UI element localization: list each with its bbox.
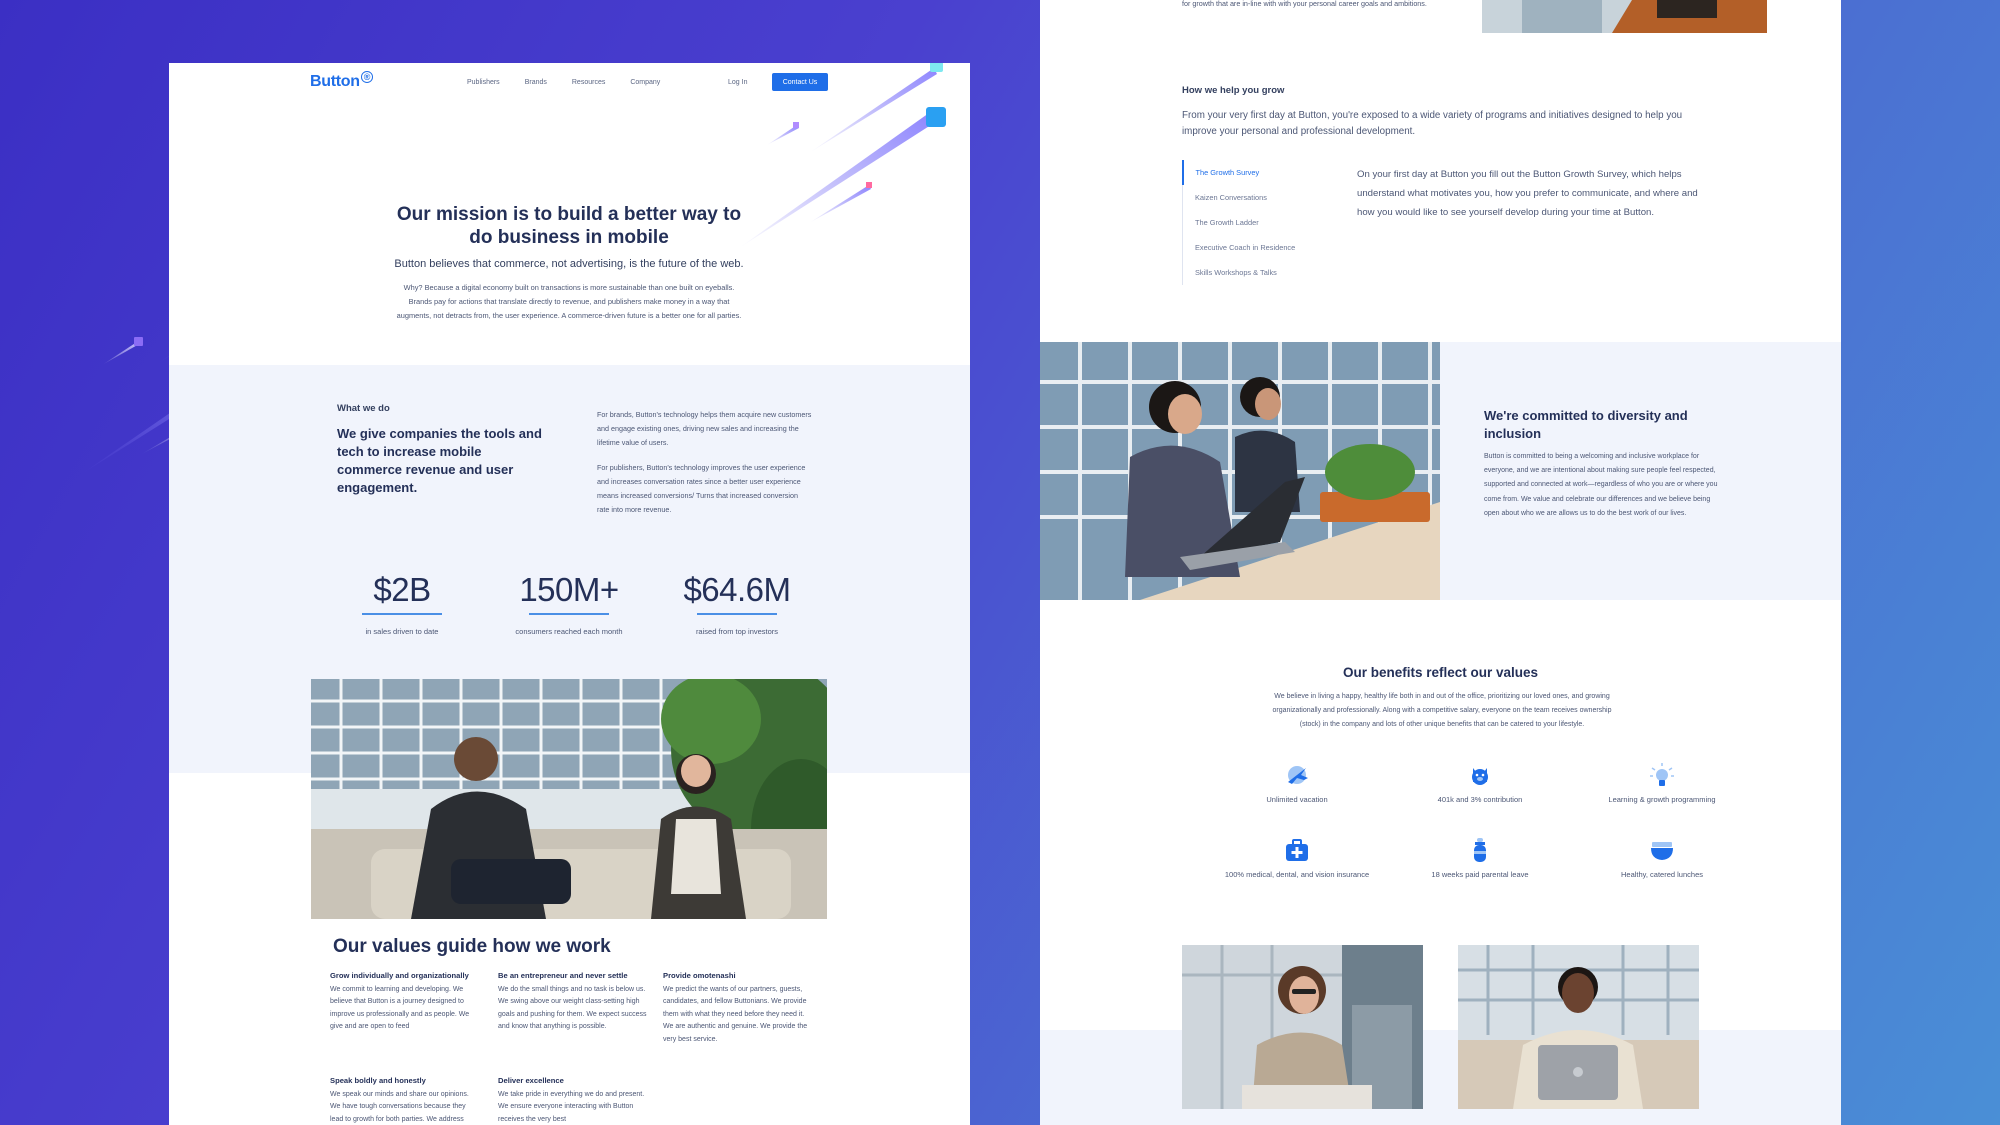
benefits-text: We believe in living a happy, healthy li… — [1272, 693, 1612, 728]
photo-band — [1040, 1030, 1841, 1125]
help-grow-text: From your very first day at Button, you'… — [1182, 110, 1683, 137]
stat-consumers: 150M+ consumers reached each month — [494, 571, 644, 636]
value-title: Be an entrepreneur and never settle — [498, 971, 628, 980]
team-member-photo-cropped — [1482, 0, 1767, 33]
careers-page-right: for growth that are in-line with with yo… — [1040, 0, 1841, 1125]
nav-link-brands[interactable]: Brands — [525, 79, 547, 86]
stat-value: $64.6M — [683, 571, 791, 608]
diversity-title: We're committed to diversity and inclusi… — [1484, 408, 1688, 441]
what-we-do-kicker: What we do — [337, 403, 390, 414]
tab-panel-text: On your first day at Button you fill out… — [1357, 169, 1698, 218]
benefit-item: 401k and 3% contribution — [1400, 762, 1560, 806]
tab-skills-workshops[interactable]: Skills Workshops & Talks — [1183, 260, 1312, 285]
lightbulb-icon — [1649, 762, 1675, 788]
brands-paragraph: For brands, Button's technology helps th… — [597, 410, 812, 447]
diversity-text: Button is committed to being a welcoming… — [1484, 453, 1718, 517]
benefit-item: Healthy, catered lunches — [1582, 837, 1742, 881]
value-title: Deliver excellence — [498, 1076, 564, 1085]
tab-executive-coach[interactable]: Executive Coach in Residence — [1183, 235, 1312, 260]
woman-at-desk-photo — [1182, 945, 1423, 1109]
benefit-item: Unlimited vacation — [1217, 762, 1377, 806]
growth-tabs: The Growth Survey Kaizen Conversations T… — [1181, 160, 1313, 285]
piggy-bank-icon — [1467, 762, 1493, 788]
help-grow-kicker: How we help you grow — [1182, 85, 1285, 96]
stat-label: in sales driven to date — [365, 627, 439, 636]
stat-label: consumers reached each month — [515, 627, 623, 636]
nav-link-resources[interactable]: Resources — [572, 79, 605, 86]
contact-us-button[interactable]: Contact Us — [772, 73, 828, 91]
publishers-paragraph: For publishers, Button's technology impr… — [597, 463, 806, 514]
value-title: Speak boldly and honestly — [330, 1076, 426, 1085]
women-working-photo — [1040, 342, 1440, 600]
stat-funding: $64.6M raised from top investors — [662, 571, 812, 636]
value-title: Provide omotenashi — [663, 971, 736, 980]
benefit-item: 18 weeks paid parental leave — [1400, 837, 1560, 881]
nav-link-company[interactable]: Company — [630, 79, 660, 86]
mission-subtitle: Button believes that commerce, not adver… — [394, 258, 744, 270]
baby-bottle-icon — [1467, 837, 1493, 863]
tab-growth-survey[interactable]: The Growth Survey — [1181, 160, 1313, 185]
stat-value: 150M+ — [519, 571, 619, 608]
what-we-do-heading: We give companies the tools and tech to … — [337, 426, 542, 495]
diversity-section: We're committed to diversity and inclusi… — [1040, 342, 1841, 600]
mission-title: Our mission is to build a better way to … — [396, 204, 742, 248]
login-link[interactable]: Log In — [728, 79, 747, 86]
tab-kaizen-conversations[interactable]: Kaizen Conversations — [1183, 185, 1312, 210]
value-text: We do the small things and no task is be… — [498, 986, 647, 1031]
growth-intro-text: for growth that are in-line with with yo… — [1182, 0, 1427, 8]
value-text: We speak our minds and share our opinion… — [330, 1091, 469, 1123]
about-page-left: Button ® Publishers Brands Resources Comp… — [169, 63, 970, 1125]
team-conversation-photo — [311, 679, 827, 919]
benefit-item: 100% medical, dental, and vision insuran… — [1217, 837, 1377, 881]
button-logo[interactable]: Button ® — [310, 71, 374, 91]
medical-kit-icon — [1284, 837, 1310, 863]
nav-link-publishers[interactable]: Publishers — [467, 79, 500, 86]
airplane-icon — [1284, 762, 1310, 788]
stat-sales: $2B in sales driven to date — [327, 571, 477, 636]
mission-body: Why? Because a digital economy built on … — [396, 283, 742, 320]
value-title: Grow individually and organizationally — [330, 971, 469, 980]
benefits-title: Our benefits reflect our values — [1342, 665, 1539, 680]
top-nav: Button ® Publishers Brands Resources Comp… — [169, 63, 970, 103]
food-bowl-icon — [1649, 837, 1675, 863]
value-text: We take pride in everything we do and pr… — [498, 1091, 645, 1123]
stat-label: raised from top investors — [695, 627, 779, 636]
man-with-laptop-photo — [1458, 945, 1699, 1109]
value-text: We commit to learning and developing. We… — [330, 986, 470, 1031]
stat-value: $2B — [373, 571, 431, 608]
benefit-item: Learning & growth programming — [1582, 762, 1742, 806]
tab-growth-ladder[interactable]: The Growth Ladder — [1183, 210, 1312, 235]
values-title: Our values guide how we work — [333, 936, 611, 957]
nav-links: Publishers Brands Resources Company — [467, 79, 685, 86]
value-text: We predict the wants of our partners, gu… — [663, 986, 808, 1043]
